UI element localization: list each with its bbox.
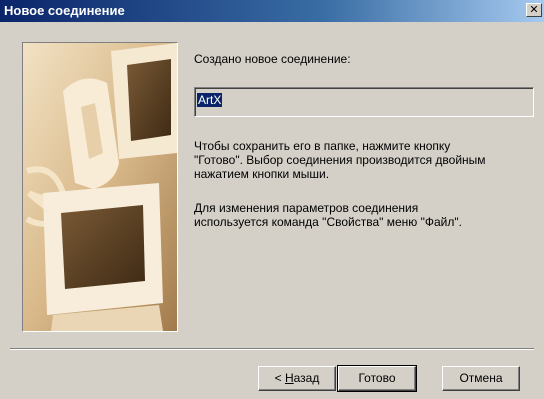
save-hint-line-1: Чтобы сохранить его в папке, нажмите кно… xyxy=(194,139,451,153)
button-separator xyxy=(10,348,534,350)
cancel-label: Отмена xyxy=(459,371,503,385)
save-hint-line-3: нажатием кнопки мыши. xyxy=(194,167,330,181)
back-button[interactable]: < Назад xyxy=(258,366,336,391)
title-bar[interactable]: Новое соединение ✕ xyxy=(0,0,544,22)
dialog-window: Новое соединение ✕ Создано новое соедине… xyxy=(0,0,544,399)
finish-label: Готово xyxy=(358,371,396,385)
cancel-button[interactable]: Отмена xyxy=(442,366,520,391)
save-hint-line-2: "Готово". Выбор соединения производится … xyxy=(194,153,486,167)
props-hint-line-1: Для изменения параметров соединения xyxy=(194,201,419,215)
window-title: Новое соединение xyxy=(4,3,125,18)
computers-and-phone-icon xyxy=(23,43,177,331)
finish-button[interactable]: Готово xyxy=(337,365,417,392)
back-label: азад xyxy=(293,371,320,385)
connection-name-value[interactable]: ArtX xyxy=(197,93,223,107)
close-icon: ✕ xyxy=(529,4,539,16)
back-arrow: < xyxy=(274,371,285,385)
created-label: Создано новое соединение: xyxy=(194,52,351,66)
wizard-illustration xyxy=(22,42,178,332)
connection-name-field[interactable]: ArtX xyxy=(194,87,534,117)
props-hint-line-2: используется команда "Свойства" меню "Фа… xyxy=(194,215,462,229)
back-mnemonic: Н xyxy=(284,371,294,385)
close-button[interactable]: ✕ xyxy=(526,3,542,17)
